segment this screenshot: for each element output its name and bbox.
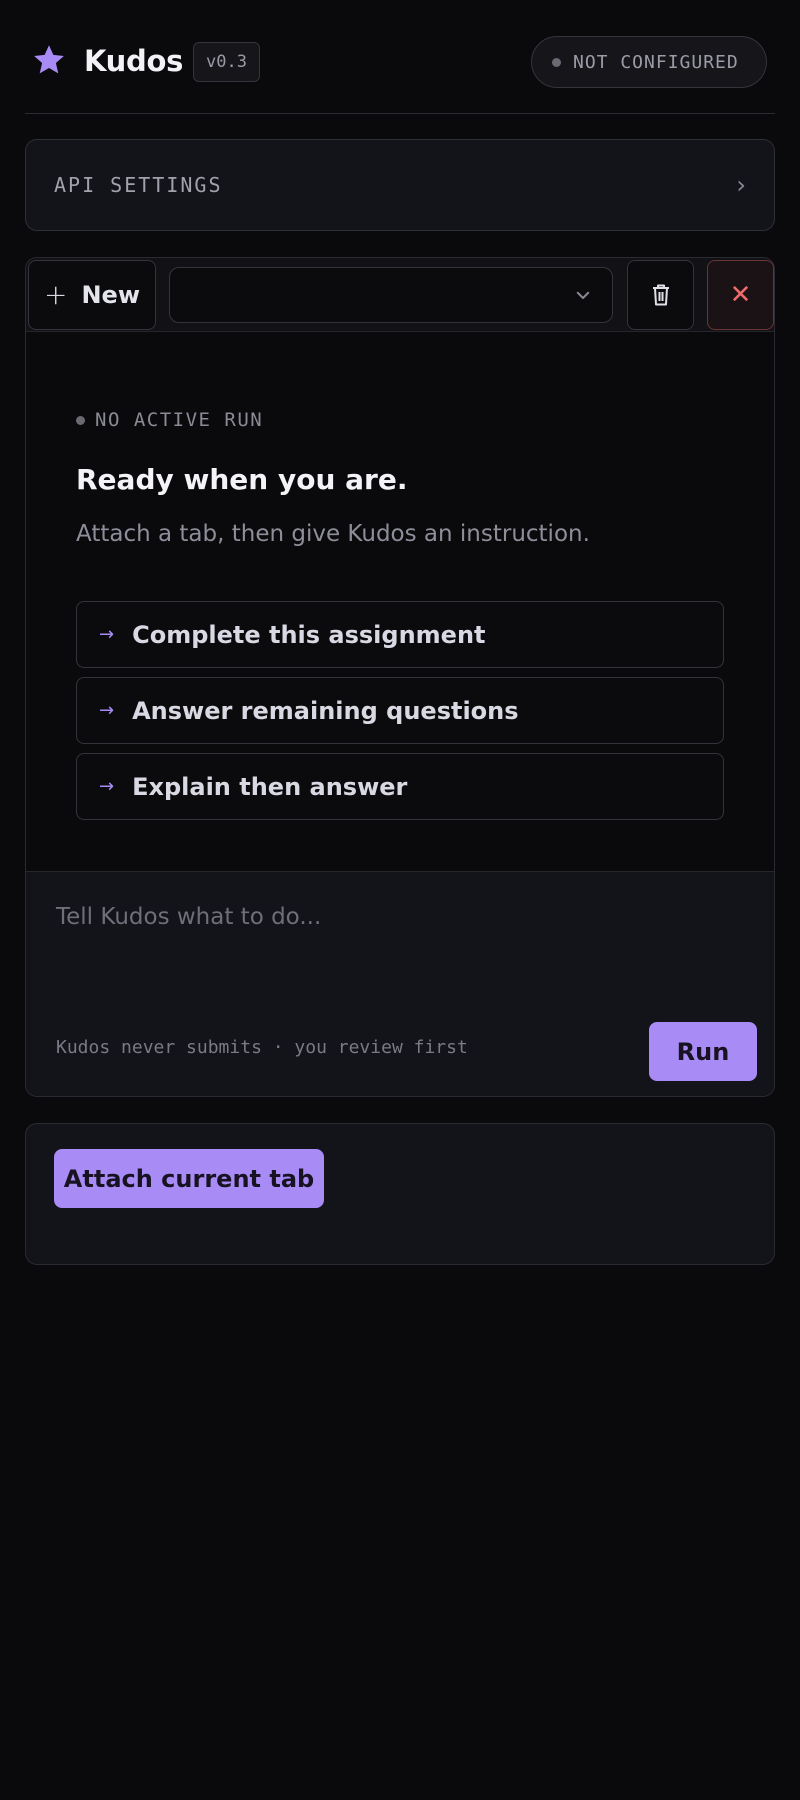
- session-panel: + New ✕ NO ACTIVE RUN Ready when you are…: [25, 257, 775, 1097]
- delete-session-button[interactable]: [627, 260, 694, 330]
- suggestion-answer-remaining[interactable]: → Answer remaining questions: [76, 677, 724, 744]
- suggestion-label: Explain then answer: [132, 772, 408, 801]
- suggestion-label: Complete this assignment: [132, 620, 486, 649]
- chevron-down-icon: [576, 291, 590, 299]
- suggestion-explain-answer[interactable]: → Explain then answer: [76, 753, 724, 820]
- new-session-button[interactable]: + New: [28, 260, 156, 330]
- arrow-right-icon: →: [99, 624, 115, 645]
- run-status: NO ACTIVE RUN: [76, 409, 263, 431]
- arrow-right-icon: →: [99, 700, 115, 721]
- empty-state-title: Ready when you are.: [76, 463, 408, 496]
- chevron-right-icon: ›: [736, 171, 746, 199]
- run-status-dot-icon: [76, 415, 85, 425]
- app-name: Kudos: [84, 44, 184, 78]
- trash-icon: [652, 284, 669, 306]
- close-session-button[interactable]: ✕: [707, 260, 774, 330]
- composer-hint: Kudos never submits · you review first: [56, 1037, 468, 1058]
- run-button[interactable]: Run: [649, 1022, 757, 1081]
- suggestion-label: Answer remaining questions: [132, 696, 519, 725]
- attach-panel: Attach current tab: [25, 1123, 775, 1265]
- header: Kudos v0.3 NOT CONFIGURED: [25, 30, 775, 114]
- empty-state-subtitle: Attach a tab, then give Kudos an instruc…: [76, 521, 590, 547]
- instruction-input[interactable]: [54, 902, 744, 992]
- star-icon: [34, 45, 64, 74]
- close-icon: ✕: [729, 280, 752, 310]
- suggestion-complete-assignment[interactable]: → Complete this assignment: [76, 601, 724, 668]
- new-button-label: New: [81, 281, 140, 309]
- run-status-text: NO ACTIVE RUN: [95, 409, 264, 431]
- status-badge: NOT CONFIGURED: [531, 36, 767, 88]
- status-dot-icon: [552, 57, 561, 67]
- attach-tab-button[interactable]: Attach current tab: [54, 1149, 324, 1208]
- api-settings-label: API SETTINGS: [54, 173, 223, 197]
- api-settings-toggle[interactable]: API SETTINGS ›: [25, 139, 775, 231]
- kudos-panel: Kudos v0.3 NOT CONFIGURED API SETTINGS ›…: [0, 0, 800, 1800]
- composer: Kudos never submits · you review first R…: [26, 872, 774, 1096]
- arrow-right-icon: →: [99, 776, 115, 797]
- session-toolbar: + New ✕: [26, 258, 774, 332]
- plus-icon: +: [43, 278, 68, 311]
- version-badge: v0.3: [193, 42, 260, 82]
- tab-select[interactable]: [169, 267, 613, 323]
- status-text: NOT CONFIGURED: [573, 51, 739, 73]
- empty-state: NO ACTIVE RUN Ready when you are. Attach…: [26, 332, 774, 872]
